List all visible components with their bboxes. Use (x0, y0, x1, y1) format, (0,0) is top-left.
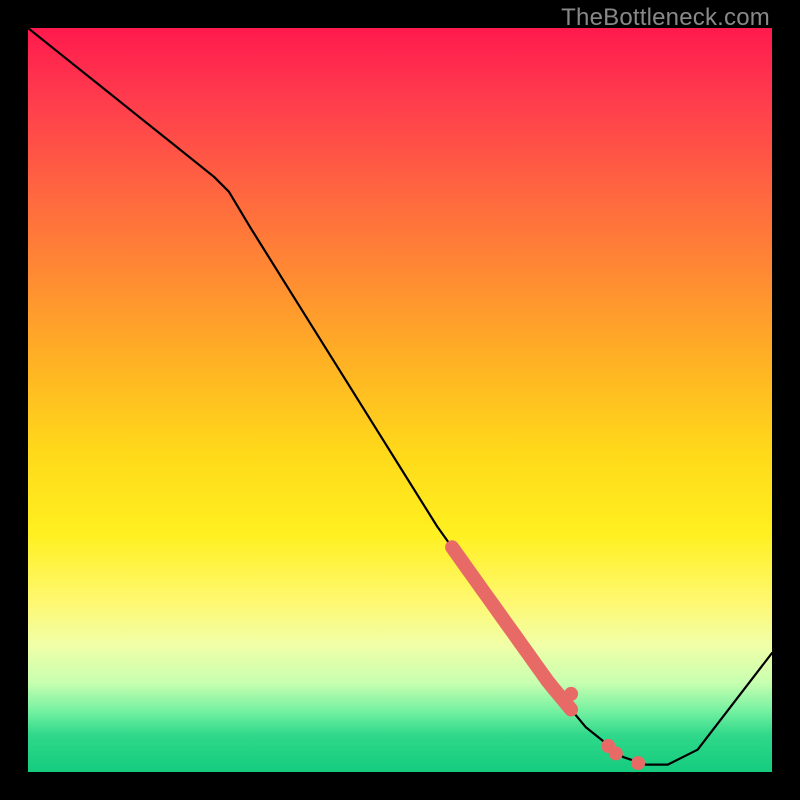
attribution-label: TheBottleneck.com (561, 4, 770, 32)
series-bottleneck-curve (28, 28, 772, 765)
chart-frame: TheBottleneck.com (0, 0, 800, 800)
highlight-segment (452, 547, 571, 709)
chart-svg (28, 28, 772, 772)
marker-dot (564, 687, 578, 701)
marker-dot (631, 756, 645, 770)
marker-dot (609, 746, 623, 760)
